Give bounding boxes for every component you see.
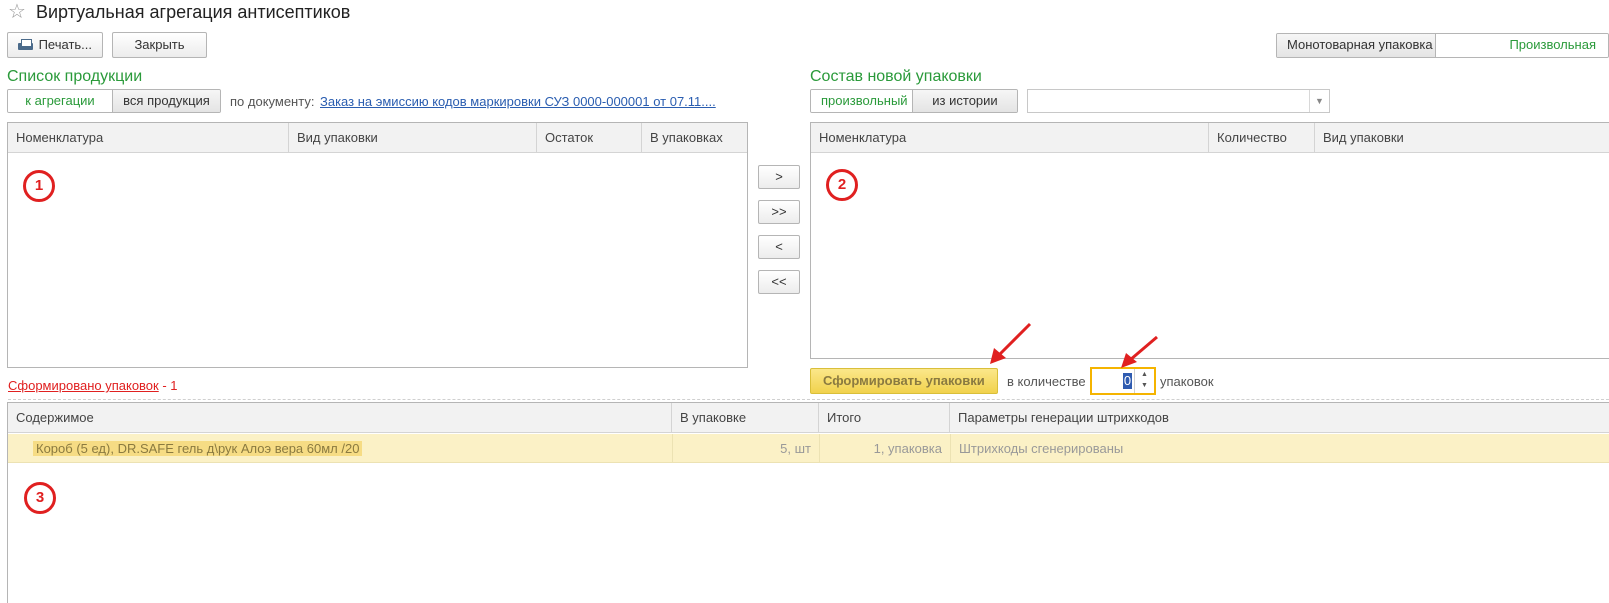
row-barcode-params: Штрихкоды сгенерированы: [950, 434, 1609, 463]
move-all-right-button[interactable]: >>: [758, 200, 800, 224]
packs-table-header: Содержимое В упаковке Итого Параметры ге…: [8, 403, 1609, 433]
close-button[interactable]: Закрыть: [112, 32, 207, 58]
move-all-left-button[interactable]: <<: [758, 270, 800, 294]
pack-mode-mono[interactable]: Монотоварная упаковка: [1277, 34, 1436, 57]
qty-value[interactable]: 0: [1123, 373, 1132, 389]
product-filter-switch: к агрегации вся продукция: [7, 89, 221, 113]
new-pack-title: Состав новой упаковки: [810, 68, 982, 85]
col-in-pack[interactable]: В упаковке: [672, 403, 819, 433]
move-one-right-button[interactable]: >: [758, 165, 800, 189]
table-row[interactable]: Короб (5 ед), DR.SAFE гель д\рук Алоэ ве…: [8, 434, 1609, 463]
product-list-table[interactable]: Номенклатура Вид упаковки Остаток В упак…: [7, 122, 748, 368]
history-select[interactable]: ▼: [1027, 89, 1330, 113]
print-button-label: Печать...: [38, 37, 92, 52]
col-quantity[interactable]: Количество: [1209, 123, 1315, 153]
new-pack-header: Номенклатура Количество Вид упаковки: [811, 123, 1609, 153]
spin-down-icon[interactable]: ▼: [1141, 382, 1148, 389]
row-total: 1, упаковка: [819, 434, 950, 463]
favorite-star-icon[interactable]: ☆: [8, 1, 26, 23]
window-title: Виртуальная агрегация антисептиков: [36, 2, 351, 22]
row-in-pack: 5, шт: [672, 434, 819, 463]
annotation-marker-2: 2: [826, 169, 858, 201]
filter-to-aggregate[interactable]: к агрегации: [8, 90, 112, 112]
filter-all-products[interactable]: вся продукция: [112, 90, 220, 112]
move-one-left-button[interactable]: <: [758, 235, 800, 259]
dropdown-arrow-icon[interactable]: ▼: [1309, 90, 1329, 112]
annotation-marker-3: 3: [24, 482, 56, 514]
section-divider: [8, 399, 1609, 400]
qty-suffix-label: упаковок: [1160, 374, 1214, 389]
col-pack-type[interactable]: Вид упаковки: [289, 123, 537, 153]
doc-label: по документу:: [230, 94, 315, 109]
new-pack-mode-switch: произвольный из истории: [810, 89, 1018, 113]
new-pack-table[interactable]: Номенклатура Количество Вид упаковки 2: [810, 122, 1609, 359]
col-pack-type-right[interactable]: Вид упаковки: [1315, 123, 1609, 153]
packs-summary: Сформировано упаковок - 1: [8, 378, 178, 394]
col-contents[interactable]: Содержимое: [8, 403, 672, 433]
table-cell-content: Короб (5 ед), DR.SAFE гель д\рук Алоэ ве…: [33, 434, 363, 463]
packs-table[interactable]: Содержимое В упаковке Итого Параметры ге…: [7, 402, 1609, 603]
mode-arbitrary[interactable]: произвольный: [811, 90, 912, 112]
col-nomenclature[interactable]: Номенклатура: [8, 123, 289, 153]
col-total[interactable]: Итого: [819, 403, 950, 433]
annotation-arrow-icon: [1121, 335, 1158, 368]
qty-prefix-label: в количестве: [1007, 374, 1086, 389]
mode-from-history[interactable]: из истории: [912, 90, 1017, 112]
col-remainder[interactable]: Остаток: [537, 123, 642, 153]
packs-summary-link[interactable]: Сформировано упаковок: [8, 378, 159, 393]
doc-link[interactable]: Заказ на эмиссию кодов маркировки СУЗ 00…: [320, 94, 716, 110]
print-button[interactable]: Печать...: [7, 32, 103, 58]
form-packs-button[interactable]: Сформировать упаковки: [810, 368, 998, 394]
printer-icon: [18, 38, 33, 52]
pack-mode-switch: Монотоварная упаковка Произвольная: [1276, 33, 1609, 58]
close-button-label: Закрыть: [134, 37, 185, 52]
product-list-title: Список продукции: [7, 68, 143, 85]
col-nomenclature-right[interactable]: Номенклатура: [811, 123, 1209, 153]
col-barcode-params[interactable]: Параметры генерации штрихкодов: [950, 403, 1609, 433]
col-in-packs[interactable]: В упаковках: [642, 123, 747, 153]
pack-mode-arbitrary[interactable]: Произвольная: [1436, 34, 1608, 57]
annotation-arrow-icon: [990, 322, 1032, 364]
row-content[interactable]: Короб (5 ед), DR.SAFE гель д\рук Алоэ ве…: [33, 441, 363, 456]
annotation-marker-1: 1: [23, 170, 55, 202]
packs-summary-count: - 1: [158, 378, 178, 393]
product-list-header: Номенклатура Вид упаковки Остаток В упак…: [8, 123, 747, 153]
